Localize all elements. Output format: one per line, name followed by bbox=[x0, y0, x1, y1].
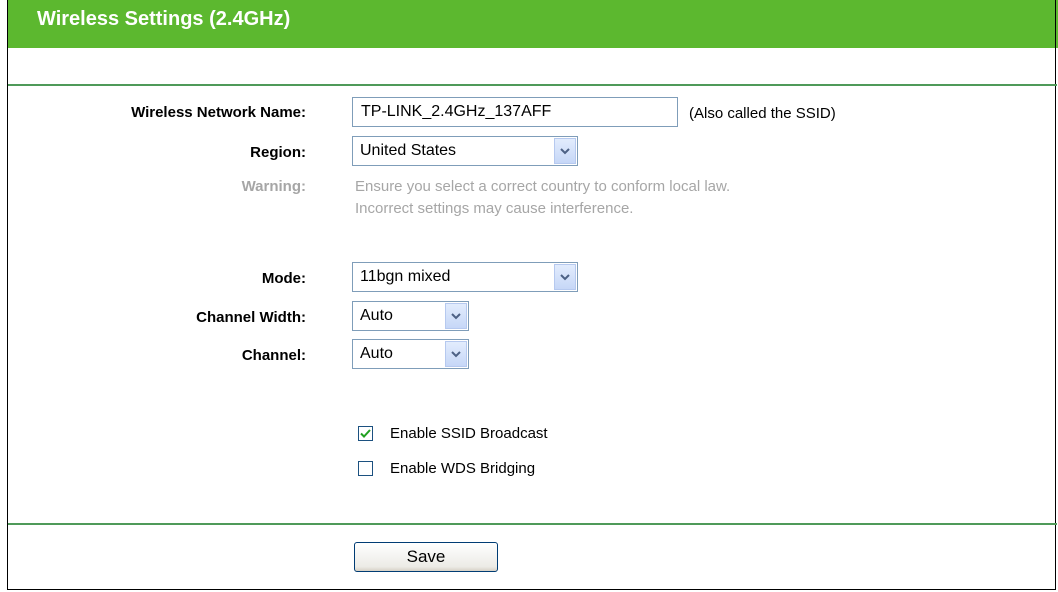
ssid-label: Wireless Network Name: bbox=[131, 104, 306, 121]
channel-label: Channel: bbox=[241, 347, 306, 364]
mode-value: 11bgn mixed bbox=[360, 268, 451, 285]
channel-value: Auto bbox=[360, 345, 393, 362]
channel-select[interactable]: Auto bbox=[352, 339, 469, 369]
chevron-down-icon[interactable] bbox=[445, 303, 467, 329]
ssid-note: (Also called the SSID) bbox=[689, 105, 836, 122]
ssid-broadcast-label[interactable]: Enable SSID Broadcast bbox=[390, 425, 548, 442]
mode-label: Mode: bbox=[261, 270, 306, 287]
settings-panel bbox=[7, 0, 1056, 590]
ssid-broadcast-checkbox[interactable] bbox=[358, 426, 373, 441]
chevron-down-icon[interactable] bbox=[445, 341, 467, 367]
region-value: United States bbox=[360, 142, 457, 159]
warning-line-1: Ensure you select a correct country to c… bbox=[355, 178, 731, 195]
region-select[interactable]: United States bbox=[352, 136, 578, 166]
check-icon bbox=[360, 429, 371, 438]
channel-width-select[interactable]: Auto bbox=[352, 301, 469, 331]
chevron-down-icon[interactable] bbox=[554, 264, 576, 290]
region-label: Region: bbox=[250, 144, 306, 161]
top-divider bbox=[8, 84, 1057, 86]
channel-width-label: Channel Width: bbox=[196, 309, 306, 326]
mode-select[interactable]: 11bgn mixed bbox=[352, 262, 578, 292]
save-button[interactable]: Save bbox=[354, 542, 498, 572]
chevron-down-icon[interactable] bbox=[554, 138, 576, 164]
wds-bridging-label[interactable]: Enable WDS Bridging bbox=[390, 460, 535, 477]
channel-width-value: Auto bbox=[360, 307, 393, 324]
bottom-divider bbox=[8, 523, 1057, 525]
warning-label: Warning: bbox=[241, 178, 306, 195]
ssid-input[interactable] bbox=[352, 97, 678, 127]
wds-bridging-checkbox[interactable] bbox=[358, 461, 373, 476]
warning-line-2: Incorrect settings may cause interferenc… bbox=[355, 200, 634, 217]
